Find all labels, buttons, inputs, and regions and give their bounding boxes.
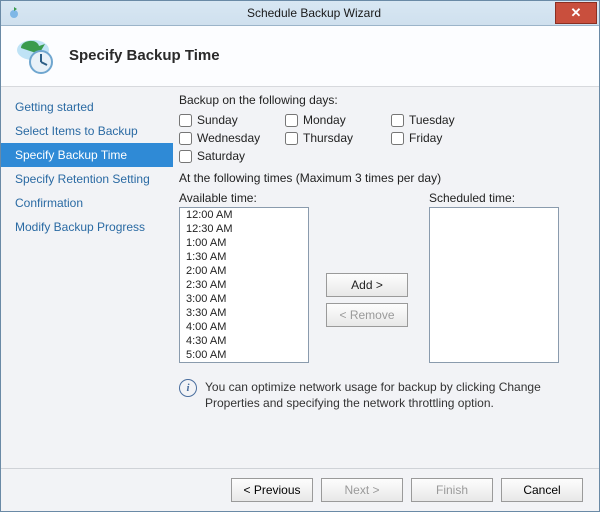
window-title: Schedule Backup Wizard: [29, 6, 599, 20]
list-item[interactable]: 12:30 AM: [180, 222, 308, 236]
list-item[interactable]: 2:00 AM: [180, 264, 308, 278]
scheduled-time-label: Scheduled time:: [429, 191, 559, 205]
list-item[interactable]: 1:30 AM: [180, 250, 308, 264]
day-label: Sunday: [197, 113, 238, 127]
day-label: Wednesday: [197, 131, 260, 145]
wizard-steps-sidebar: Getting startedSelect Items to BackupSpe…: [1, 85, 173, 467]
list-item[interactable]: 3:00 AM: [180, 292, 308, 306]
days-section-label: Backup on the following days:: [179, 93, 583, 107]
day-option[interactable]: Tuesday: [391, 113, 497, 127]
day-option[interactable]: Friday: [391, 131, 497, 145]
list-item[interactable]: 4:30 AM: [180, 334, 308, 348]
wizard-step[interactable]: Confirmation: [1, 191, 173, 215]
day-checkbox[interactable]: [285, 114, 298, 127]
day-checkbox[interactable]: [179, 114, 192, 127]
wizard-step[interactable]: Select Items to Backup: [1, 119, 173, 143]
list-item[interactable]: 12:00 AM: [180, 208, 308, 222]
next-button[interactable]: Next >: [321, 478, 403, 502]
info-row: i You can optimize network usage for bac…: [179, 379, 583, 411]
available-column: Available time: 12:00 AM12:30 AM1:00 AM1…: [179, 191, 309, 363]
list-item[interactable]: 3:30 AM: [180, 306, 308, 320]
day-checkbox[interactable]: [179, 150, 192, 163]
cancel-button[interactable]: Cancel: [501, 478, 583, 502]
day-option[interactable]: Thursday: [285, 131, 391, 145]
days-group: Sunday Monday Tuesday Wednesday Thursday Frid…: [179, 113, 583, 163]
list-item[interactable]: 5:00 AM: [180, 348, 308, 362]
backup-time-icon: [15, 34, 57, 76]
page-title: Specify Backup Time: [69, 47, 220, 64]
day-option[interactable]: Sunday: [179, 113, 285, 127]
close-button[interactable]: ✕: [555, 2, 597, 24]
wizard-step[interactable]: Specify Retention Setting: [1, 167, 173, 191]
add-button[interactable]: Add >: [326, 273, 408, 297]
day-checkbox[interactable]: [391, 114, 404, 127]
wizard-window: Schedule Backup Wizard ✕ Specify Backup …: [0, 0, 600, 512]
times-area: Available time: 12:00 AM12:30 AM1:00 AM1…: [179, 191, 583, 363]
list-item[interactable]: 5:30 AM: [180, 362, 308, 363]
wizard-footer: < Previous Next > Finish Cancel: [1, 468, 599, 511]
wizard-header: Specify Backup Time: [1, 26, 599, 87]
finish-button[interactable]: Finish: [411, 478, 493, 502]
day-option[interactable]: Monday: [285, 113, 391, 127]
list-item[interactable]: 2:30 AM: [180, 278, 308, 292]
scheduled-time-listbox[interactable]: [429, 207, 559, 363]
day-label: Thursday: [303, 131, 353, 145]
list-item[interactable]: 1:00 AM: [180, 236, 308, 250]
wizard-step[interactable]: Specify Backup Time: [1, 143, 173, 167]
day-label: Friday: [409, 131, 442, 145]
day-checkbox[interactable]: [285, 132, 298, 145]
info-text: You can optimize network usage for backu…: [205, 379, 583, 411]
day-label: Tuesday: [409, 113, 455, 127]
day-label: Saturday: [197, 149, 245, 163]
available-time-listbox[interactable]: 12:00 AM12:30 AM1:00 AM1:30 AM2:00 AM2:3…: [179, 207, 309, 363]
remove-button[interactable]: < Remove: [326, 303, 408, 327]
info-icon: i: [179, 379, 197, 397]
wizard-step[interactable]: Getting started: [1, 95, 173, 119]
day-option[interactable]: Saturday: [179, 149, 285, 163]
day-option[interactable]: Wednesday: [179, 131, 285, 145]
available-time-label: Available time:: [179, 191, 309, 205]
list-item[interactable]: 4:00 AM: [180, 320, 308, 334]
app-icon: [7, 5, 23, 21]
day-label: Monday: [303, 113, 346, 127]
day-checkbox[interactable]: [391, 132, 404, 145]
day-checkbox[interactable]: [179, 132, 192, 145]
times-section-label: At the following times (Maximum 3 times …: [179, 171, 583, 185]
scheduled-column: Scheduled time:: [429, 191, 559, 363]
main-panel: Backup on the following days: Sunday Mond…: [173, 85, 599, 467]
titlebar: Schedule Backup Wizard ✕: [1, 1, 599, 26]
wizard-step[interactable]: Modify Backup Progress: [1, 215, 173, 239]
previous-button[interactable]: < Previous: [231, 478, 313, 502]
transfer-buttons: Add > < Remove: [309, 237, 425, 363]
